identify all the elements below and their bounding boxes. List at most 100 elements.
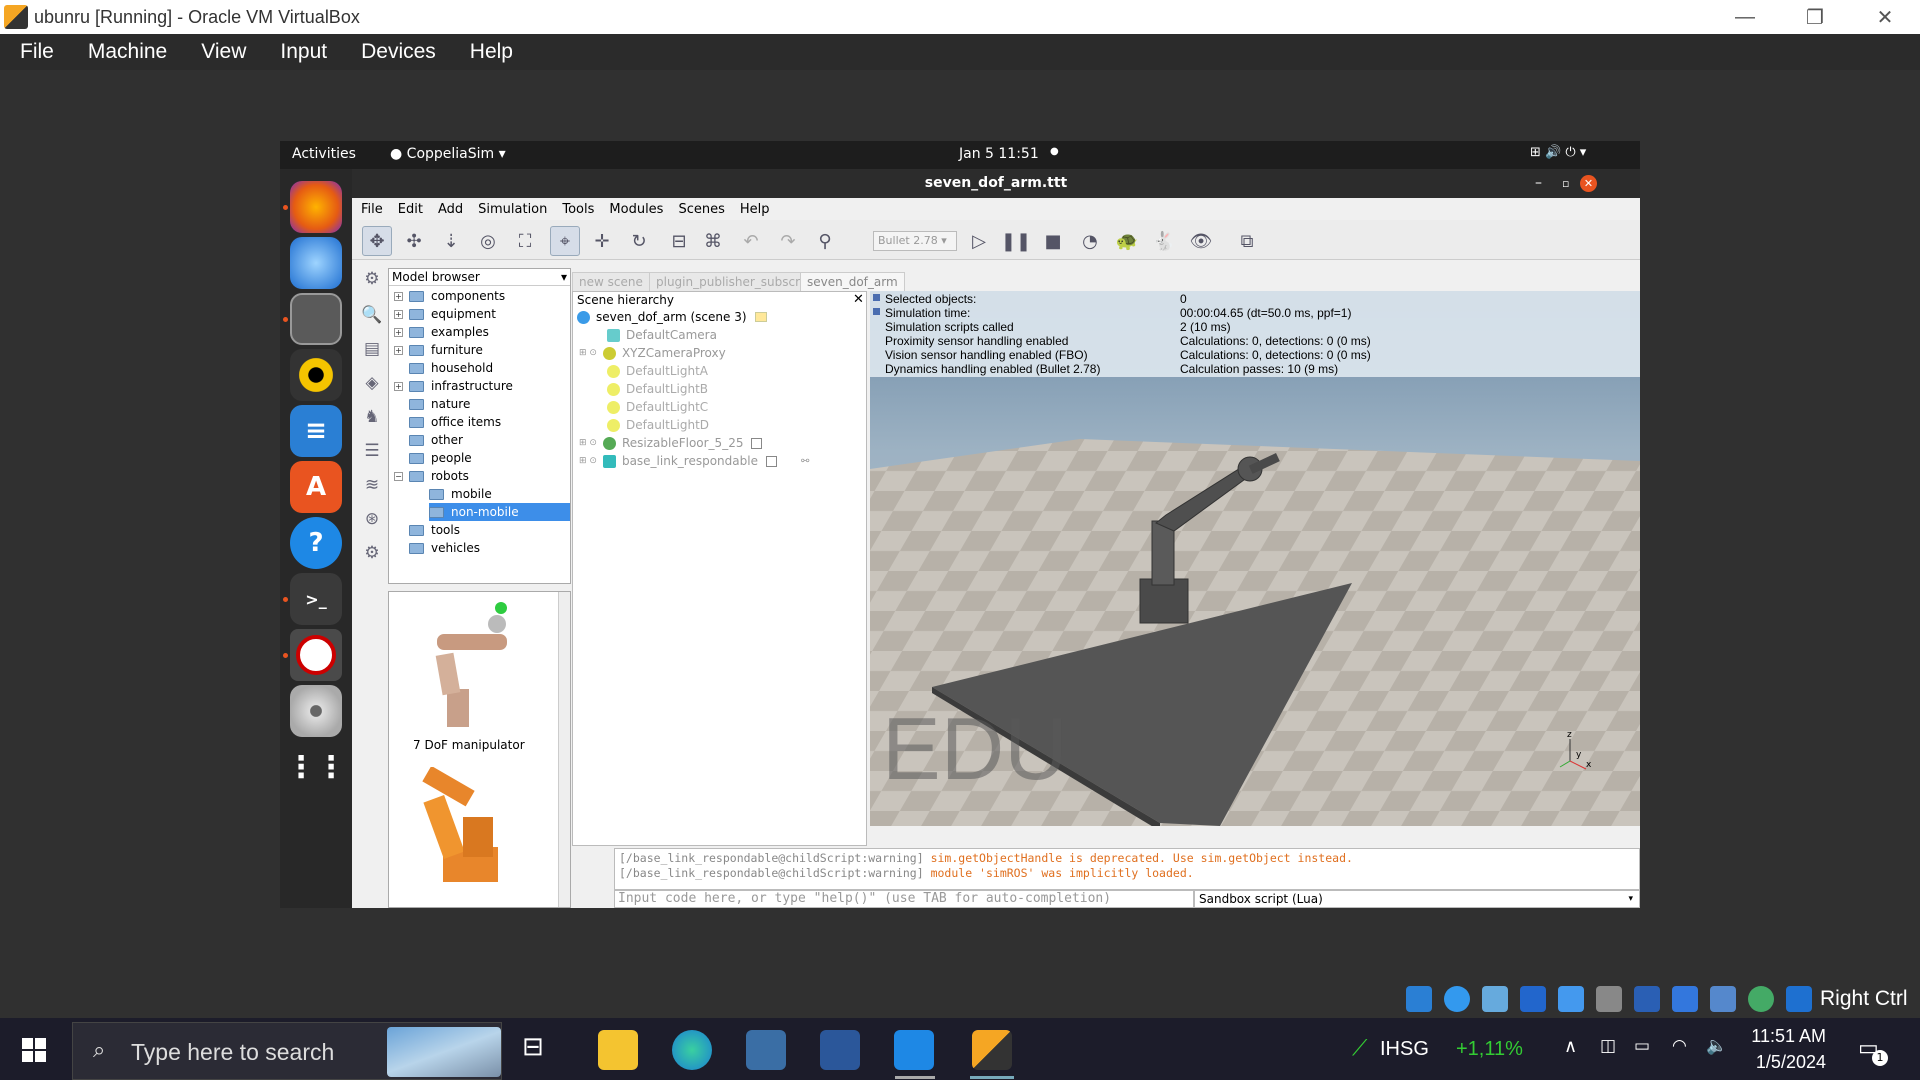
tree-item[interactable]: examples (409, 323, 489, 341)
tree-item[interactable]: people (409, 449, 472, 467)
model-browser-icon[interactable]: ♞ (359, 407, 385, 433)
click-select-icon[interactable]: ⌖ (550, 226, 580, 256)
taskbar-time[interactable]: 11:51 AM (1748, 1026, 1826, 1047)
collapse-icon[interactable]: − (394, 472, 403, 481)
menu-help[interactable]: Help (450, 40, 527, 64)
minimize-button[interactable]: — (1710, 0, 1780, 34)
tree-item[interactable]: equipment (409, 305, 496, 323)
cmenu-help[interactable]: Help (731, 202, 776, 217)
tree-item[interactable]: tools (409, 521, 460, 539)
windows-start-icon[interactable] (22, 1038, 46, 1062)
close-button[interactable]: ✕ (1850, 0, 1920, 34)
virtualbox-taskbar-icon[interactable] (746, 1030, 786, 1070)
camera-angle-icon[interactable]: ◎ (473, 226, 503, 256)
scene-item[interactable]: ⊞ ⊙ ResizableFloor_5_25 (579, 434, 763, 452)
usb-icon[interactable] (1558, 986, 1584, 1012)
menu-devices[interactable]: Devices (341, 40, 450, 64)
collapse-info-icon[interactable] (873, 294, 880, 301)
rhythmbox-icon[interactable] (290, 349, 342, 401)
dvd-icon[interactable] (290, 685, 342, 737)
taskbar-date[interactable]: 1/5/2024 (1748, 1052, 1826, 1073)
close-hierarchy-icon[interactable]: ✕ (853, 292, 864, 307)
assemble-icon[interactable]: ⊟ (664, 226, 694, 256)
scene-root[interactable]: seven_dof_arm (scene 3) (577, 308, 767, 326)
tree-item[interactable]: nature (409, 395, 470, 413)
layers-icon[interactable]: ▤ (359, 339, 385, 365)
recording-icon[interactable] (1672, 986, 1698, 1012)
cmenu-tools[interactable]: Tools (553, 202, 600, 217)
play-icon[interactable]: ▷ (964, 226, 994, 256)
keyboard-icon[interactable] (1786, 986, 1812, 1012)
scene-item[interactable]: ⊞ ⊙ base_link_respondable ⚯ (579, 452, 809, 470)
scene-item[interactable]: DefaultLightB (607, 380, 708, 398)
display-icon[interactable] (1634, 986, 1660, 1012)
cmenu-add[interactable]: Add (429, 202, 469, 217)
stock-name[interactable]: IHSG (1380, 1038, 1429, 1061)
cmenu-scenes[interactable]: Scenes (669, 202, 730, 217)
tree-item[interactable]: furniture (409, 341, 483, 359)
realtime-icon[interactable]: ◔ (1075, 226, 1105, 256)
terminal-icon[interactable]: >_ (290, 573, 342, 625)
scene-item[interactable]: DefaultCamera (607, 326, 717, 344)
scene-item[interactable]: DefaultLightD (607, 416, 709, 434)
audio-icon[interactable] (1482, 986, 1508, 1012)
manipulator-thumbnail[interactable] (409, 594, 529, 734)
shift-camera-icon[interactable]: ⇣ (436, 226, 466, 256)
cw-minimize-button[interactable]: – (1535, 169, 1542, 198)
tree-item[interactable]: office items (409, 413, 501, 431)
tab-seven-dof-arm[interactable]: seven_dof_arm (800, 272, 905, 291)
tree-item[interactable]: other (409, 431, 463, 449)
writer-icon[interactable]: ≡ (290, 405, 342, 457)
visualization-icon[interactable]: 👁 (1186, 226, 1216, 256)
mouse-integration-icon[interactable] (1748, 986, 1774, 1012)
shape-edit-icon[interactable]: ◈ (359, 373, 385, 399)
expand-icon[interactable]: + (394, 382, 403, 391)
tree-item[interactable]: vehicles (409, 539, 480, 557)
search-icon[interactable]: 🔍 (359, 305, 385, 331)
file-explorer-icon[interactable] (598, 1030, 638, 1070)
command-input[interactable]: Input code here, or type "help()" (use T… (614, 890, 1194, 908)
tab-new-scene[interactable]: new scene (572, 272, 650, 291)
expand-icon[interactable]: + (394, 346, 403, 355)
model-browser-header[interactable]: Model browser ▾ (389, 269, 570, 286)
fit-view-icon[interactable]: ⛶ (510, 226, 540, 256)
pan-camera-icon[interactable]: ✥ (362, 226, 392, 256)
script-type-select[interactable]: Sandbox script (Lua) ▾ (1194, 890, 1640, 908)
app-menu[interactable]: ● CoppeliaSim ▾ (390, 146, 506, 162)
meet-now-icon[interactable]: ◫ (1600, 1036, 1616, 1056)
user-settings-icon[interactable]: ⚙ (359, 543, 385, 569)
help-icon[interactable]: ? (290, 517, 342, 569)
menu-machine[interactable]: Machine (68, 40, 181, 64)
tree-item[interactable]: infrastructure (409, 377, 513, 395)
firefox-icon[interactable] (290, 181, 342, 233)
tree-item[interactable]: robots (409, 467, 469, 485)
video-recorder-icon[interactable]: ⊛ (359, 509, 385, 535)
scene-item[interactable]: DefaultLightC (607, 398, 708, 416)
cmenu-modules[interactable]: Modules (600, 202, 669, 217)
wifi-icon[interactable]: ◠ (1672, 1036, 1687, 1056)
tree-item[interactable]: household (409, 359, 493, 377)
cmenu-edit[interactable]: Edit (389, 202, 429, 217)
cpu-icon[interactable] (1710, 986, 1736, 1012)
shared-folders-icon[interactable] (1596, 986, 1622, 1012)
edge-icon[interactable] (672, 1030, 712, 1070)
layers-stack-icon[interactable]: ≋ (359, 475, 385, 501)
network-icon[interactable] (1520, 986, 1546, 1012)
thunderbird-icon[interactable] (290, 237, 342, 289)
stock-chart-icon[interactable]: ⟋ (1352, 1036, 1367, 1061)
undo-icon[interactable]: ↶ (736, 226, 766, 256)
expand-icon[interactable]: + (394, 292, 403, 301)
optical-drive-icon[interactable] (1444, 986, 1470, 1012)
redo-icon[interactable]: ↷ (773, 226, 803, 256)
object-rotate-icon[interactable]: ↻ (624, 226, 654, 256)
activities-button[interactable]: Activities (292, 146, 356, 162)
cmenu-file[interactable]: File (352, 202, 389, 217)
scene-hierarchy-icon[interactable]: ☰ (359, 441, 385, 467)
cmenu-simulation[interactable]: Simulation (469, 202, 553, 217)
physics-engine-icon[interactable]: ⚲ (810, 226, 840, 256)
object-shift-icon[interactable]: ✛ (587, 226, 617, 256)
3d-viewport[interactable]: EDU zyx Selected objects: Simulation tim… (870, 291, 1640, 826)
expand-icon[interactable]: + (394, 328, 403, 337)
cw-maximize-button[interactable]: ▫ (1562, 169, 1569, 198)
battery-icon[interactable]: ▭ (1634, 1036, 1650, 1056)
